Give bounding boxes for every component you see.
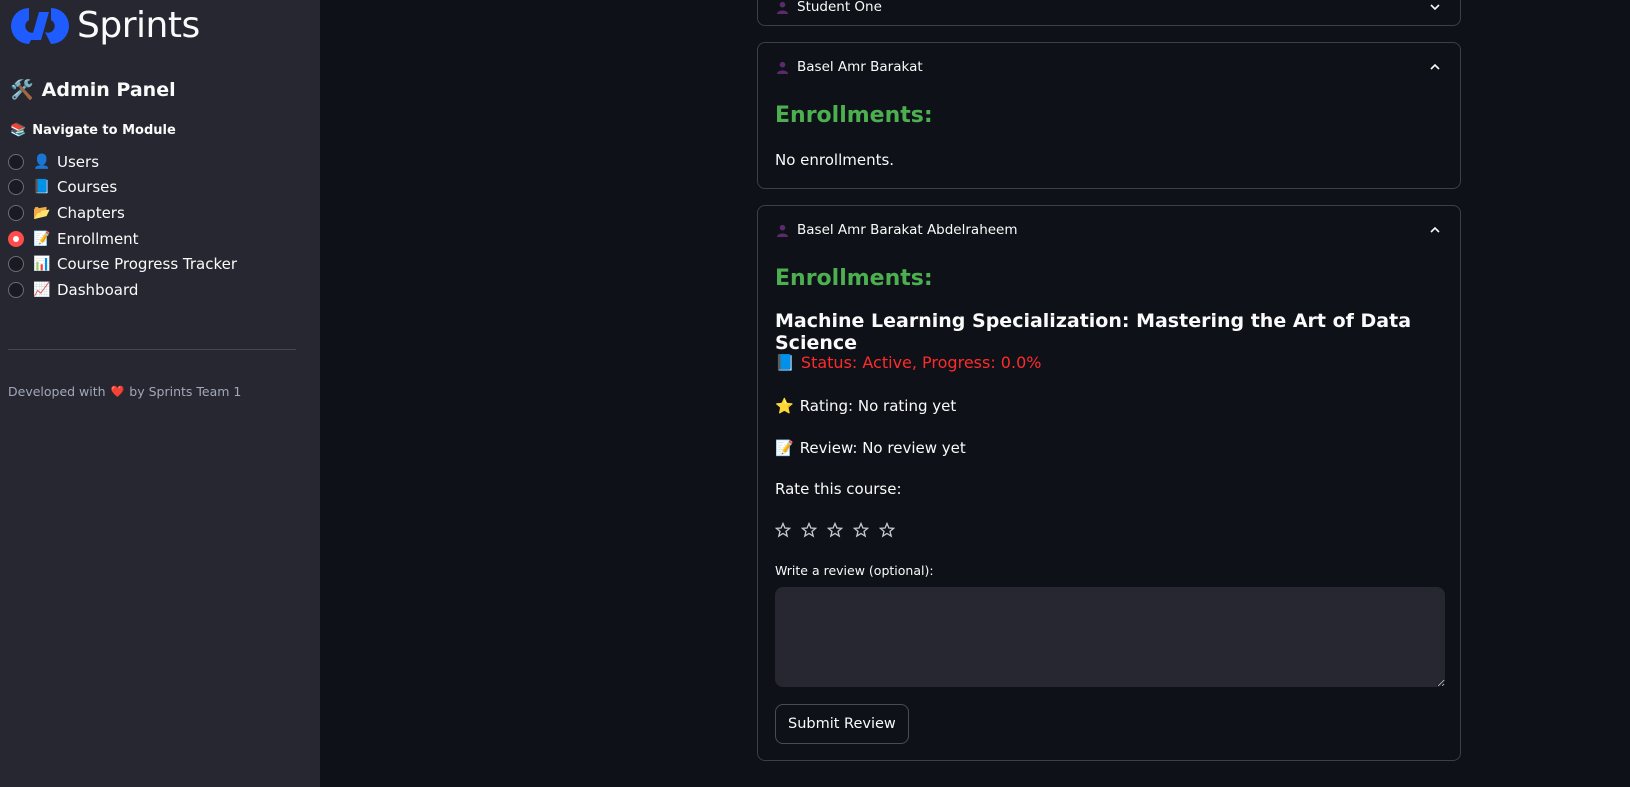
- star-outline-icon[interactable]: [801, 522, 817, 538]
- no-enrollments-text: No enrollments.: [775, 151, 895, 169]
- star-icon: ⭐: [775, 397, 794, 415]
- expander-title: Basel Amr Barakat: [797, 59, 923, 75]
- heart-icon: ❤️: [110, 385, 125, 398]
- chevron-down-icon[interactable]: [1428, 0, 1442, 14]
- user-icon: 👤: [33, 153, 51, 170]
- star-rating: [775, 522, 895, 538]
- enrollments-heading: Enrollments:: [775, 266, 933, 291]
- folder-icon: 📂: [33, 204, 51, 221]
- expander-student-one: Student One: [757, 0, 1461, 26]
- books-icon: 📚: [10, 123, 27, 138]
- radio-chapters[interactable]: 📂 Chapters: [8, 200, 237, 226]
- course-title: Machine Learning Specialization: Masteri…: [775, 310, 1412, 354]
- memo-icon: 📝: [775, 439, 794, 457]
- star-outline-icon[interactable]: [853, 522, 869, 538]
- radio-users[interactable]: 👤 Users: [8, 149, 237, 175]
- book-icon: 📘: [775, 353, 795, 372]
- sprints-logo-icon: [11, 8, 69, 44]
- expander-header[interactable]: Student One: [776, 0, 1442, 17]
- rating-text: Rating: No rating yet: [799, 397, 957, 415]
- chevron-up-icon[interactable]: [1428, 60, 1442, 74]
- expander-basel: Basel Amr Barakat Enrollments: No enroll…: [757, 42, 1461, 189]
- expander-basel-full: Basel Amr Barakat Abdelraheem Enrollment…: [757, 205, 1461, 761]
- person-icon: [776, 1, 789, 14]
- radio-enrollment[interactable]: 📝 Enrollment: [8, 226, 237, 252]
- book-icon: 📘: [33, 179, 51, 196]
- star-outline-icon[interactable]: [879, 522, 895, 538]
- tools-icon: 🛠️: [10, 79, 34, 101]
- navigate-label-text: Navigate to Module: [32, 123, 176, 138]
- rate-label: Rate this course:: [775, 480, 902, 498]
- chevron-up-icon[interactable]: [1428, 223, 1442, 237]
- status-line: 📘 Status: Active, Progress: 0.0%: [775, 353, 1041, 372]
- radio-button[interactable]: [8, 204, 24, 221]
- radio-label: Course Progress Tracker: [57, 255, 238, 274]
- sidebar: Sprints 🛠️ Admin Panel 📚 Navigate to Mod…: [0, 0, 320, 787]
- radio-button-selected[interactable]: [8, 230, 24, 247]
- radio-label: Chapters: [57, 203, 125, 222]
- module-radio-group: 👤 Users 📘 Courses 📂 Chapters 📝 Enrollmen…: [8, 149, 237, 303]
- review-line: 📝 Review: No review yet: [775, 439, 966, 457]
- review-text: Review: No review yet: [799, 439, 966, 457]
- radio-courses[interactable]: 📘 Courses: [8, 175, 237, 201]
- bar-chart-icon: 📊: [33, 256, 51, 273]
- expander-header[interactable]: Basel Amr Barakat: [776, 57, 1442, 77]
- status-text: Status: Active, Progress: 0.0%: [800, 353, 1042, 372]
- radio-progress-tracker[interactable]: 📊 Course Progress Tracker: [8, 251, 237, 277]
- trend-chart-icon: 📈: [33, 281, 51, 298]
- radio-label: Enrollment: [57, 229, 139, 248]
- sprints-logo[interactable]: Sprints: [9, 6, 200, 46]
- star-outline-icon[interactable]: [827, 522, 843, 538]
- star-outline-icon[interactable]: [775, 522, 791, 538]
- footer-note: Developed with ❤️ by Sprints Team 1: [8, 384, 241, 399]
- expander-header[interactable]: Basel Amr Barakat Abdelraheem: [776, 220, 1442, 240]
- admin-panel-title: 🛠️ Admin Panel: [10, 78, 176, 102]
- footer-after: by Sprints Team 1: [129, 384, 242, 399]
- radio-button[interactable]: [8, 153, 24, 170]
- radio-button[interactable]: [8, 281, 24, 298]
- person-icon: [776, 61, 789, 74]
- radio-label: Courses: [57, 178, 118, 197]
- sidebar-divider: [8, 349, 296, 350]
- radio-label: Users: [57, 152, 100, 171]
- footer-before: Developed with: [8, 384, 106, 399]
- radio-dashboard[interactable]: 📈 Dashboard: [8, 277, 237, 303]
- submit-review-button[interactable]: Submit Review: [775, 704, 909, 744]
- enrollments-heading: Enrollments:: [775, 103, 933, 128]
- memo-icon: 📝: [33, 230, 51, 247]
- logo-text: Sprints: [77, 5, 200, 46]
- review-field-label: Write a review (optional):: [775, 563, 934, 578]
- expander-title: Basel Amr Barakat Abdelraheem: [797, 222, 1018, 238]
- radio-button[interactable]: [8, 179, 24, 196]
- radio-label: Dashboard: [57, 280, 139, 299]
- expander-title: Student One: [797, 0, 882, 15]
- review-textarea[interactable]: [775, 587, 1445, 687]
- rating-line: ⭐ Rating: No rating yet: [775, 397, 956, 415]
- admin-panel-label: Admin Panel: [41, 78, 176, 101]
- navigate-label: 📚 Navigate to Module: [10, 123, 176, 138]
- radio-button[interactable]: [8, 256, 24, 273]
- person-icon: [776, 224, 789, 237]
